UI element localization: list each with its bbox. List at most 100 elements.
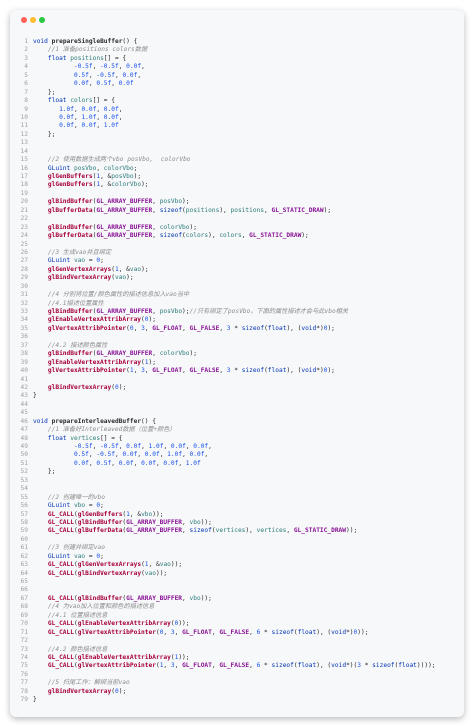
line-number: 62 [20, 552, 28, 560]
code-token: positions [70, 54, 104, 62]
code-token: , [152, 223, 160, 231]
code-line: 60 [10, 536, 464, 544]
line-number: 59 [20, 527, 28, 535]
code-token: ); [189, 223, 197, 231]
code-token: GL_FALSE [189, 367, 220, 375]
code-token: 0.0f [59, 122, 74, 130]
code-token: glEnableVertexAttribArray [47, 316, 142, 324]
line-number: 64 [20, 569, 28, 577]
code-token: , & [118, 265, 130, 273]
code-line: 12 }; [10, 131, 464, 139]
code-token: [] = { [100, 434, 123, 442]
close-window-button[interactable] [21, 17, 27, 23]
code-token: -0.5f [100, 443, 119, 450]
code-line: 50 0.5f, -0.5f, 0.0f, 0.0f, 1.0f, 0.0f, [10, 451, 464, 459]
line-number: 31 [20, 291, 28, 299]
code-token: ); [118, 687, 127, 695]
code-line: 55 //2 创建唯一的vbo [10, 494, 464, 502]
code-line: 27 GLuint vao = 0; [10, 257, 464, 265]
code-token: glGenBuffers [77, 510, 123, 518]
code-token: glGenBuffers [47, 181, 93, 189]
line-number: 77 [20, 679, 28, 687]
line-number: 8 [24, 97, 28, 105]
line-number: 41 [20, 375, 28, 383]
zoom-window-button[interactable] [39, 17, 45, 23]
code-token: vao [114, 274, 127, 282]
code-line: 37 //4.2 描述颜色属性 [10, 342, 464, 350]
code-token: glBindVertexArray [47, 383, 112, 391]
code-token: GL_CALL [47, 510, 74, 518]
code-token: //1 准备好Interleaved数据（位置+颜色） [47, 426, 176, 434]
line-number: 52 [20, 468, 28, 476]
line-number: 11 [20, 122, 28, 130]
minimize-window-button[interactable] [30, 17, 36, 23]
line-number: 39 [20, 358, 28, 366]
code-token: ); [148, 358, 156, 366]
code-token: //4.1描述位置属性 [47, 299, 104, 307]
code-token: , [92, 63, 101, 71]
code-token: ); [118, 383, 127, 391]
code-token: float [398, 662, 417, 670]
code-token: glBindBuffer [47, 198, 93, 206]
code-token: *) [316, 324, 324, 332]
line-number: 70 [20, 620, 28, 628]
line-number: 20 [20, 198, 28, 206]
code-token: GL_CALL [47, 620, 74, 628]
code-line: 63 GL_CALL(glGenVertexArrays(1, &vao)); [10, 561, 464, 569]
code-token: positions [230, 206, 265, 214]
line-number: 45 [20, 409, 28, 417]
code-token: GL_CALL [47, 561, 74, 569]
code-token: ); [141, 265, 149, 273]
code-token: 0.0f [73, 80, 89, 88]
code-token: colors [219, 232, 242, 240]
code-line: 5 0.5f, -0.5f, 0.0f, [10, 72, 464, 80]
code-token: , & [129, 510, 142, 518]
code-token: 0.0f [118, 459, 134, 467]
code-token: *)( [346, 662, 358, 670]
code-line: 13 [10, 139, 464, 147]
code-token: )); [200, 594, 212, 602]
line-number: 60 [20, 535, 28, 543]
code-line: 64 GL_CALL(glBindVertexArray(vao)); [10, 570, 464, 578]
code-token: , [92, 443, 101, 450]
code-token: GL_FALSE [219, 662, 250, 670]
code-token: 0.5f [96, 80, 112, 88]
code-token: [] = { [92, 97, 115, 105]
code-token: 0.0f [59, 113, 74, 121]
code-line: 3 float positions[] = { [10, 55, 464, 63]
code-token: GLuint [47, 552, 74, 560]
code-token: //2 使用数据生成两个vbo posVbo, colorVbo [47, 156, 191, 164]
code-token: GL_CALL [47, 518, 74, 526]
code-token: positions [185, 206, 220, 214]
code-token: 0.0f [126, 443, 142, 450]
code-token: float [267, 324, 287, 332]
line-number: 50 [20, 451, 28, 459]
code-line: 69 //4.1 位置描述信息 [10, 612, 464, 620]
code-token: )); [178, 653, 190, 661]
code-token: void [331, 662, 347, 670]
code-line: 4 -0.5f, -0.5f, 0.0f, [10, 63, 464, 71]
code-token: posVbo [159, 308, 183, 315]
line-number: 16 [20, 164, 28, 172]
code-token: , [137, 71, 142, 79]
code-token: GL_CALL [47, 527, 74, 535]
line-number: 61 [20, 544, 28, 552]
code-token: , [96, 122, 104, 130]
code-token: , [133, 367, 142, 375]
code-line: 29 glBindVertexArray(vao); [10, 274, 464, 282]
code-line: 79} [10, 696, 464, 704]
code-line: 24 glBufferData(GL_ARRAY_BUFFER, sizeof(… [10, 232, 464, 240]
code-token: }; [33, 130, 56, 138]
line-number: 75 [20, 662, 28, 670]
code-line: 34 glEnableVertexAttribArray(0); [10, 316, 464, 324]
line-number: 54 [20, 485, 28, 493]
code-line: 72 [10, 637, 464, 645]
